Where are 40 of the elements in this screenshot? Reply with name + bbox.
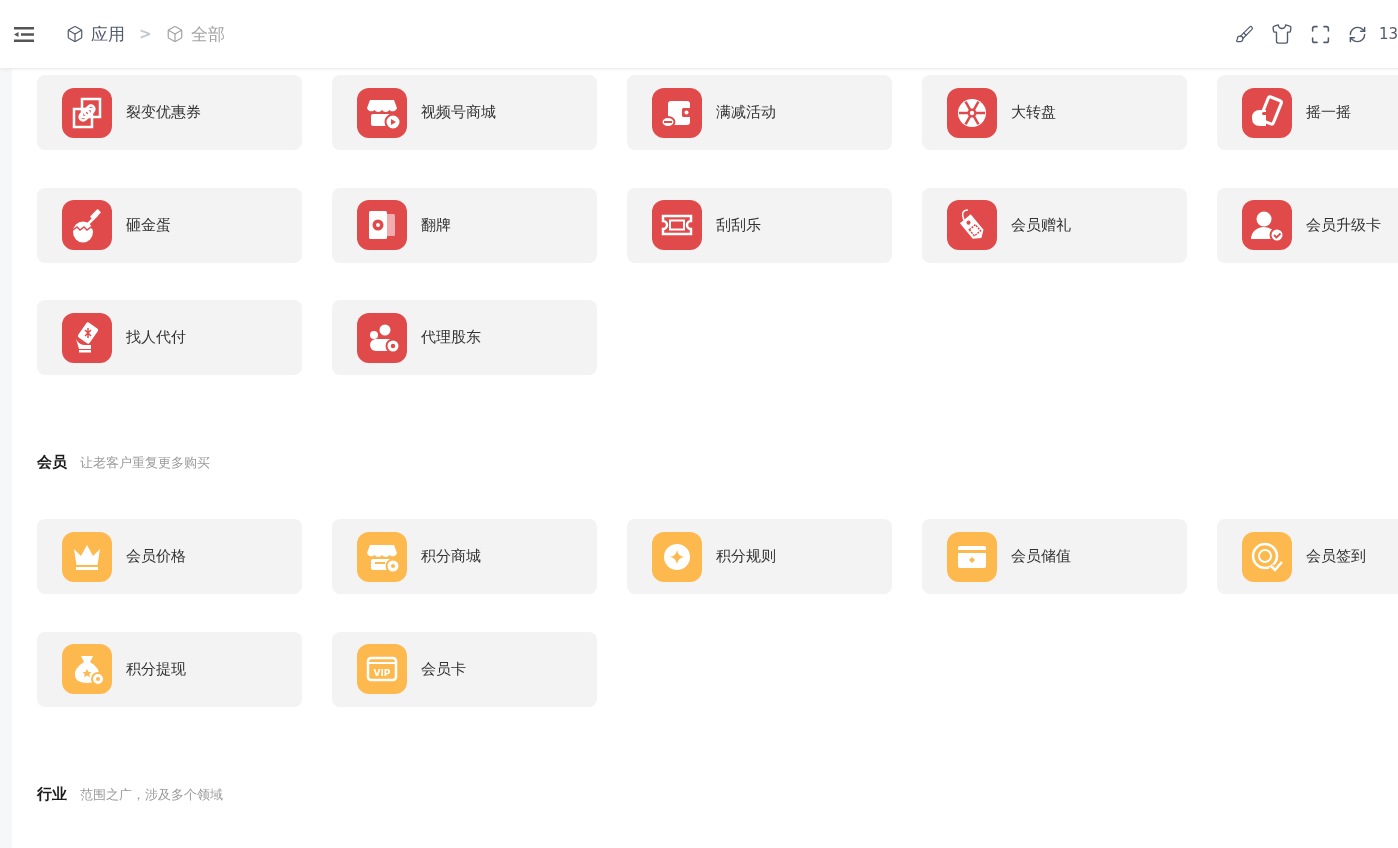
- app-card[interactable]: 裂变优惠券: [37, 75, 302, 150]
- app-card[interactable]: 积分规则: [627, 519, 892, 594]
- app-card[interactable]: 积分商城: [332, 519, 597, 594]
- current-page-label: 全部: [165, 22, 225, 46]
- app-card[interactable]: 翻牌: [332, 187, 597, 263]
- app-card[interactable]: 会员签到: [1217, 519, 1398, 594]
- menu-button[interactable]: [14, 26, 34, 42]
- vip-label: VIP: [373, 668, 391, 678]
- breadcrumb-separator: >: [139, 25, 152, 43]
- app-card[interactable]: 会员升级卡: [1217, 187, 1398, 263]
- app-card[interactable]: 会员储值: [922, 519, 1187, 594]
- cube-icon: [66, 25, 84, 43]
- fullscreen-icon: [1309, 23, 1331, 45]
- app-card[interactable]: VIP 会员卡: [332, 631, 597, 707]
- menu-icon: [14, 26, 34, 42]
- refresh-icon: [1347, 24, 1367, 44]
- shirt-icon: [1270, 23, 1293, 45]
- section-subtitle: 让老客户重复更多购买: [80, 454, 210, 472]
- app-card[interactable]: 砸金蛋: [37, 187, 302, 263]
- cube-icon: [165, 25, 184, 43]
- app-card[interactable]: 大转盘: [922, 75, 1187, 150]
- app-card[interactable]: 找人代付: [37, 300, 302, 375]
- section-title: 行业: [37, 784, 67, 804]
- app-card[interactable]: 积分提现: [37, 631, 302, 707]
- app-card[interactable]: 会员价格: [37, 519, 302, 594]
- breadcrumb-link[interactable]: 应用: [66, 22, 125, 46]
- app-card[interactable]: 代理股东: [332, 300, 597, 375]
- app-card[interactable]: 视频号商城: [332, 75, 597, 150]
- theme-button[interactable]: [1270, 23, 1293, 45]
- brush-icon: [1234, 24, 1254, 44]
- toolbar-text: 13: [1378, 25, 1398, 43]
- fullscreen-button[interactable]: [1309, 23, 1331, 45]
- app-card[interactable]: 满减活动: [627, 75, 892, 150]
- refresh-button[interactable]: [1347, 24, 1367, 44]
- app-card[interactable]: 摇一摇: [1217, 75, 1398, 150]
- section-subtitle: 范围之广，涉及多个领域: [80, 785, 223, 804]
- app-card[interactable]: 会员赠礼: [922, 187, 1187, 263]
- section-title: 会员: [37, 453, 67, 472]
- clean-button[interactable]: [1234, 24, 1254, 44]
- app-card[interactable]: 刮刮乐: [627, 187, 892, 263]
